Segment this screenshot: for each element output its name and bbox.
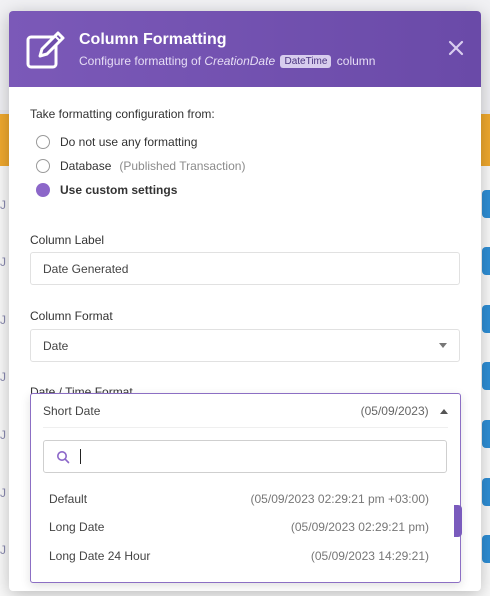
subtitle-suffix: column xyxy=(336,54,376,68)
option-custom-settings[interactable]: Use custom settings xyxy=(36,180,177,200)
column-label-value: Date Generated xyxy=(43,261,129,276)
radio-button[interactable] xyxy=(36,159,50,173)
source-label: Take formatting configuration from: xyxy=(30,107,215,121)
column-format-value: Date xyxy=(43,338,69,353)
radio-label: Do not use any formatting xyxy=(60,135,198,149)
edit-icon xyxy=(26,31,65,69)
background-row-cell: J xyxy=(0,255,6,269)
radio-hint: (Published Transaction) xyxy=(119,159,246,173)
subtitle-prefix: Configure formatting of xyxy=(79,54,202,68)
background-row-cell: J xyxy=(0,486,6,500)
dialog-subtitle: Configure formatting of CreationDate Dat… xyxy=(79,54,375,68)
dialog-header: Column Formatting Configure formatting o… xyxy=(9,11,481,87)
datetime-format-dropdown[interactable]: Short Date (05/09/2023) Default (05/09/2… xyxy=(30,393,461,583)
format-search-input[interactable] xyxy=(43,440,447,473)
radio-label: Database xyxy=(60,159,112,173)
option-example: (05/09/2023 02:29:21 pm +03:00) xyxy=(250,492,429,506)
background-action-button xyxy=(454,505,462,537)
column-format-select[interactable]: Date xyxy=(30,329,460,362)
selected-format-example-wrap: (05/09/2023) xyxy=(361,404,448,418)
background-row-cell: J xyxy=(0,543,6,557)
background-row-cell: J xyxy=(0,370,6,384)
option-label: Default xyxy=(49,492,88,506)
option-label: Long Date 24 Hour xyxy=(49,549,151,563)
format-option-long-date-24h[interactable]: Long Date 24 Hour (05/09/2023 14:29:21) xyxy=(49,546,429,566)
option-example: (05/09/2023 02:29:21 pm) xyxy=(290,520,429,534)
selected-format: Short Date xyxy=(43,403,101,418)
datetime-format-select[interactable]: Short Date (05/09/2023) xyxy=(43,394,448,428)
radio-label: Use custom settings xyxy=(60,183,178,197)
type-badge: DateTime xyxy=(280,55,332,68)
background-row-button xyxy=(482,478,490,506)
background-row-cell: J xyxy=(0,198,6,212)
close-icon[interactable] xyxy=(445,37,467,59)
background-row-button xyxy=(482,190,490,218)
column-format-label: Column Format xyxy=(30,309,113,323)
option-example: (05/09/2023 14:29:21) xyxy=(310,549,429,563)
chevron-up-icon xyxy=(440,408,448,414)
chevron-down-icon xyxy=(439,343,447,348)
radio-button[interactable] xyxy=(36,135,50,149)
column-name: CreationDate xyxy=(204,54,276,68)
option-database[interactable]: Database (Published Transaction) xyxy=(36,156,245,176)
format-option-default[interactable]: Default (05/09/2023 02:29:21 pm +03:00) xyxy=(49,489,429,509)
background-row-button xyxy=(482,247,490,275)
background-row-button xyxy=(482,305,490,333)
search-icon xyxy=(57,450,70,463)
format-option-long-date[interactable]: Long Date (05/09/2023 02:29:21 pm) xyxy=(49,517,429,537)
background-row-cell: J xyxy=(0,313,6,327)
dialog-title: Column Formatting xyxy=(79,31,227,48)
column-label-label: Column Label xyxy=(30,233,105,247)
radio-button-selected[interactable] xyxy=(36,183,50,197)
column-label-input[interactable]: Date Generated xyxy=(30,252,460,285)
background-row-button xyxy=(482,420,490,448)
background-row-button xyxy=(482,535,490,563)
option-no-formatting[interactable]: Do not use any formatting xyxy=(36,132,197,152)
option-label: Long Date xyxy=(49,520,105,534)
background-row-button xyxy=(482,362,490,390)
background-row-cell: J xyxy=(0,428,6,442)
selected-format-example: (05/09/2023) xyxy=(360,403,429,418)
text-cursor xyxy=(80,449,81,464)
column-formatting-dialog: Column Formatting Configure formatting o… xyxy=(9,11,481,591)
